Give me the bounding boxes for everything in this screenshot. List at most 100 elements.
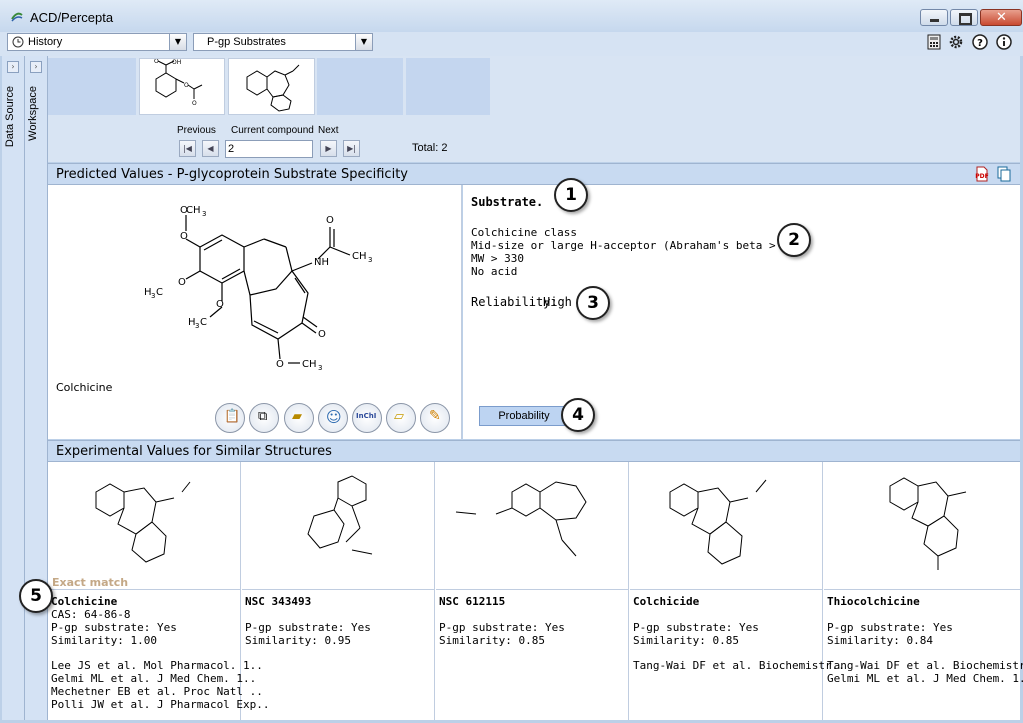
reference[interactable]: Gelmi ML et al. J Med Chem. 1..	[827, 672, 1023, 685]
total-count: Total: 2	[412, 142, 448, 154]
structure-image	[242, 462, 435, 590]
svg-text:3: 3	[368, 256, 372, 264]
open-file-button[interactable]: ▱	[386, 403, 416, 433]
similarity-value: Similarity: 1.00	[51, 634, 157, 647]
empty-slot	[406, 58, 490, 115]
expand-icon[interactable]: ›	[7, 61, 19, 73]
similar-structure-card[interactable]: NSC 612115 P-gp substrate: Yes Similarit…	[436, 462, 629, 720]
svg-text:C: C	[156, 287, 163, 298]
probability-button[interactable]: Probability	[479, 406, 569, 426]
previous-button[interactable]: ◀	[202, 140, 219, 157]
reason-line: Colchicine class	[471, 226, 577, 239]
reference[interactable]: Gelmi ML et al. J Med Chem. 1..	[51, 672, 256, 685]
info-icon[interactable]	[996, 34, 1012, 50]
minimize-button[interactable]	[920, 9, 948, 26]
close-button[interactable]: ✕	[980, 9, 1022, 26]
open-book-button[interactable]: ▰	[284, 403, 314, 433]
next-label: Next	[318, 125, 339, 136]
similar-structure-card[interactable]: Thiocolchicine P-gp substrate: Yes Simil…	[824, 462, 1023, 720]
paste-structure-button[interactable]: 📋	[215, 403, 245, 433]
similar-compound-name: Colchicine	[51, 595, 118, 608]
similar-compound-name: NSC 612115	[439, 595, 506, 608]
svg-text:NH: NH	[314, 257, 329, 268]
history-label: History	[28, 36, 63, 48]
compound-thumbnail-1[interactable]: OH O O O	[139, 58, 225, 115]
svg-text:CH: CH	[186, 205, 201, 216]
reference[interactable]: Lee JS et al. Mol Pharmacol. 1..	[51, 659, 263, 672]
workspace-tab[interactable]: › Workspace	[25, 56, 48, 720]
svg-text:3: 3	[195, 322, 199, 330]
compound-name: Colchicine	[56, 381, 113, 394]
prediction-result: Substrate.	[471, 195, 544, 209]
structure-image	[246, 64, 300, 112]
substrate-value: P-gp substrate: Yes	[439, 621, 565, 634]
gear-icon[interactable]	[948, 34, 964, 50]
similarity-value: Similarity: 0.85	[439, 634, 545, 647]
smiley-icon: ☺	[326, 408, 342, 426]
similar-structure-card[interactable]: Colchicide P-gp substrate: Yes Similarit…	[630, 462, 845, 720]
chevron-down-icon[interactable]: ▼	[169, 34, 186, 50]
current-compound-input[interactable]	[225, 140, 313, 158]
calculator-icon[interactable]	[926, 34, 942, 50]
predicted-structure-panel: O CH 3 O H3C O O H3C NH O CH 3 O O CH 3 Colch…	[48, 185, 462, 439]
next-button[interactable]: ▶	[320, 140, 337, 157]
reason-line: MW > 330	[471, 252, 524, 265]
title-bar: ACD/Percepta ✕	[0, 0, 1023, 33]
structure-image	[824, 462, 1020, 590]
substrate-value: P-gp substrate: Yes	[51, 621, 177, 634]
reference[interactable]: Mechetner EB et al. Proc Natl ..	[51, 685, 263, 698]
dataset-dropdown[interactable]: P-gp Substrates ▼	[193, 33, 373, 51]
svg-text:C: C	[200, 317, 207, 328]
substrate-value: P-gp substrate: Yes	[827, 621, 953, 634]
first-button[interactable]: |◀	[179, 140, 196, 157]
callout-5: 5	[19, 579, 53, 613]
svg-text:O: O	[326, 215, 334, 226]
pdf-icon[interactable]: PDF	[974, 166, 990, 182]
svg-text:CH: CH	[302, 359, 317, 370]
svg-text:O: O	[318, 329, 326, 340]
similar-structures-grid: Exact match Colchicine CAS: 64-86-8 P-gp…	[48, 462, 1023, 720]
similar-structure-card[interactable]: NSC 343493 P-gp substrate: Yes Similarit…	[242, 462, 435, 720]
callout-4: 4	[561, 398, 595, 432]
reference[interactable]: Tang-Wai DF et al. Biochemistr..	[827, 659, 1023, 672]
similar-compound-name: NSC 343493	[245, 595, 312, 608]
compound-thumbnail-2[interactable]	[228, 58, 315, 115]
clock-icon	[12, 36, 24, 48]
reason-line: No acid	[471, 265, 518, 278]
chevron-down-icon[interactable]: ▼	[355, 34, 372, 50]
empty-slot	[317, 58, 403, 115]
history-dropdown[interactable]: History ▼	[7, 33, 187, 51]
smiles-button[interactable]: ☺	[318, 403, 348, 433]
svg-text:3: 3	[318, 364, 322, 372]
substrate-value: P-gp substrate: Yes	[245, 621, 371, 634]
inchi-button[interactable]: InChI	[352, 403, 382, 433]
svg-text:O: O	[178, 277, 186, 288]
similar-compound-name: Thiocolchicine	[827, 595, 920, 608]
reference[interactable]: Polli JW et al. J Pharmacol Exp..	[51, 698, 270, 711]
book-icon: ▰	[292, 409, 302, 424]
structure-image: OCH 3 O H3C O O H3C NH O CH 3 O O CH 3	[144, 205, 372, 372]
window-title: ACD/Percepta	[30, 10, 114, 25]
structure-image	[48, 462, 241, 590]
current-compound-label: Current compound	[231, 125, 314, 136]
edit-structure-button[interactable]: ✎	[420, 403, 450, 433]
help-icon[interactable]: ?	[972, 34, 988, 50]
previous-label: Previous	[177, 125, 216, 136]
empty-slot	[48, 58, 136, 115]
data-source-tab[interactable]: › Data Source	[2, 56, 25, 720]
similar-structure-card[interactable]: Exact match Colchicine CAS: 64-86-8 P-gp…	[48, 462, 270, 720]
last-button[interactable]: ▶|	[343, 140, 360, 157]
svg-text:O: O	[276, 359, 284, 370]
structure-image	[436, 462, 629, 590]
prediction-result-panel: Substrate. Colchicine class Mid-size or …	[463, 185, 1020, 439]
callout-2: 2	[777, 223, 811, 257]
exact-match-label: Exact match	[52, 576, 129, 589]
copy-icon[interactable]	[996, 166, 1012, 182]
svg-text:O: O	[184, 82, 189, 89]
expand-icon[interactable]: ›	[30, 61, 42, 73]
workspace-label: Workspace	[27, 86, 39, 141]
maximize-button[interactable]	[950, 9, 978, 26]
reference[interactable]: Tang-Wai DF et al. Biochemistr..	[633, 659, 845, 672]
svg-text:OH: OH	[172, 59, 181, 66]
copy-structure-button[interactable]: ⧉	[249, 403, 279, 433]
